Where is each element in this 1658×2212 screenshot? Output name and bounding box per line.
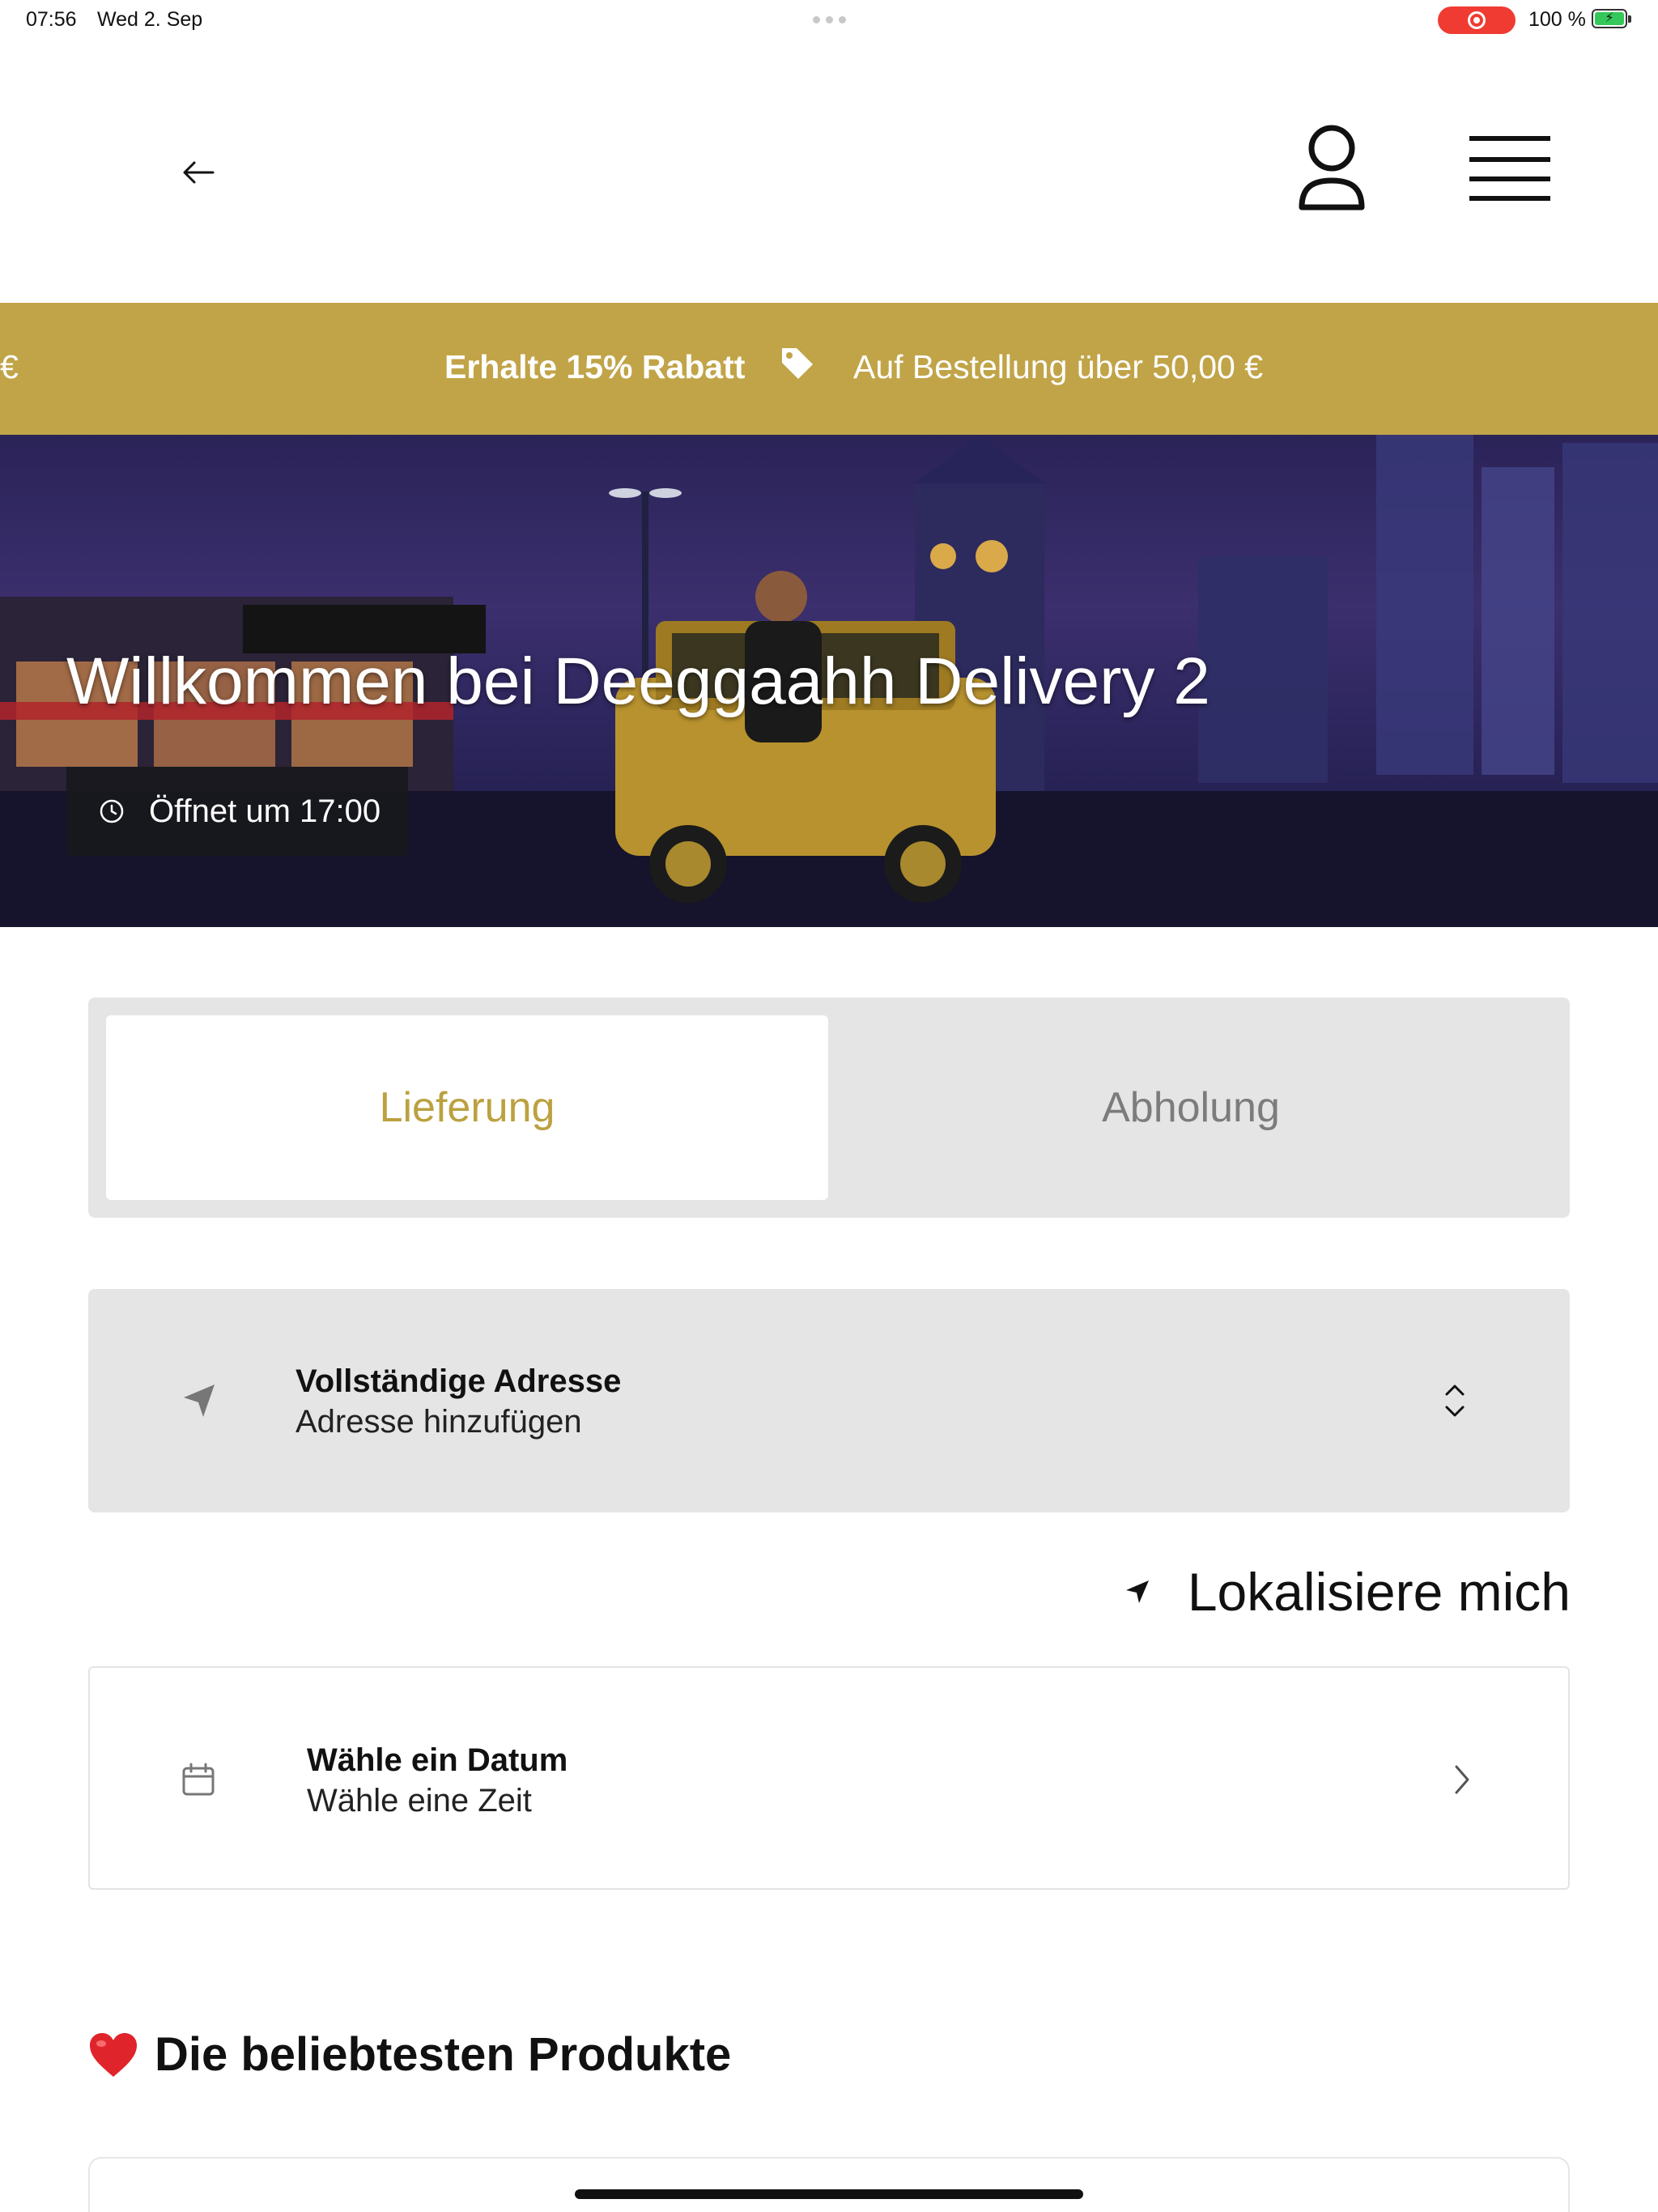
schedule-date-label: Wähle ein Datum xyxy=(307,1742,568,1778)
screen-recording-icon[interactable] xyxy=(1438,6,1516,34)
locate-me-button[interactable]: Lokalisiere mich xyxy=(1101,1553,1571,1631)
popular-products-title: Die beliebtesten Produkte xyxy=(155,2028,732,2081)
address-placeholder: Adresse hinzufügen xyxy=(295,1404,582,1440)
location-arrow-icon xyxy=(1125,1580,1149,1603)
opening-hours-text: Öffnet um 17:00 xyxy=(149,793,381,829)
address-selector[interactable]: Vollständige Adresse Adresse hinzufügen xyxy=(88,1289,1570,1512)
promo-edge-text: € xyxy=(0,348,19,385)
hero-banner: Willkommen bei Deeggaahh Delivery 2 Öffn… xyxy=(0,435,1658,927)
schedule-selector[interactable]: Wähle ein Datum Wähle eine Zeit xyxy=(88,1666,1570,1890)
order-mode-toggle: Lieferung Abholung xyxy=(88,998,1570,1218)
menu-button[interactable] xyxy=(1457,128,1562,209)
user-icon xyxy=(1299,125,1365,211)
chevron-up-down-icon xyxy=(1445,1385,1465,1417)
product-card[interactable] xyxy=(88,2157,1570,2212)
status-bar: 07:56 Wed 2. Sep 100 % ⚡ xyxy=(0,0,1658,39)
multitasking-dots-icon[interactable] xyxy=(813,16,846,23)
promo-banner[interactable]: € Erhalte 15% Rabatt Auf Bestellung über… xyxy=(0,303,1658,435)
battery-icon: ⚡ xyxy=(1592,9,1631,28)
back-button[interactable] xyxy=(162,144,235,201)
promo-title: Erhalte 15% Rabatt xyxy=(444,348,746,385)
hamburger-menu-icon xyxy=(1469,136,1550,201)
chevron-right-icon xyxy=(1455,1765,1469,1794)
profile-button[interactable] xyxy=(1287,120,1376,217)
calendar-icon xyxy=(182,1763,215,1796)
tab-lieferung[interactable]: Lieferung xyxy=(106,1015,828,1200)
locate-me-label: Lokalisiere mich xyxy=(1187,1562,1571,1622)
status-date: Wed 2. Sep xyxy=(97,8,203,31)
promo-description: Auf Bestellung über 50,00 € xyxy=(853,348,1264,385)
opening-hours-badge: Öffnet um 17:00 xyxy=(66,767,408,856)
clock-icon xyxy=(100,799,124,823)
status-time: 07:56 xyxy=(26,8,77,31)
schedule-time-label: Wähle eine Zeit xyxy=(307,1783,532,1819)
heart-icon xyxy=(90,2032,137,2077)
tag-icon xyxy=(782,348,813,379)
home-indicator[interactable] xyxy=(575,2189,1083,2199)
popular-products-heading: Die beliebtesten Produkte xyxy=(88,2027,731,2082)
arrow-left-icon xyxy=(183,161,215,184)
battery-percent: 100 % xyxy=(1528,8,1586,31)
app-header xyxy=(0,39,1658,303)
welcome-title: Willkommen bei Deeggaahh Delivery 2 xyxy=(66,644,1210,718)
navigation-arrow-icon xyxy=(184,1385,215,1417)
address-label: Vollständige Adresse xyxy=(295,1363,622,1399)
tab-abholung[interactable]: Abholung xyxy=(830,1015,1552,1200)
